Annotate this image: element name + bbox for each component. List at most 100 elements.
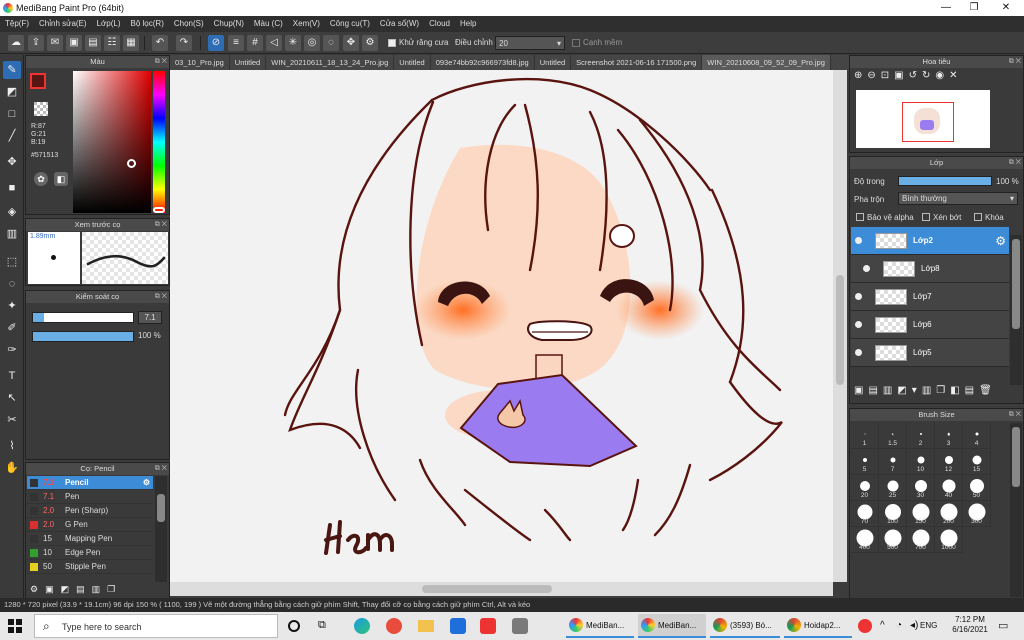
brush-size-option[interactable]: 2: [907, 423, 935, 449]
app-icon[interactable]: [386, 618, 402, 634]
eye-icon[interactable]: [863, 265, 870, 272]
menu-help[interactable]: Help: [455, 16, 481, 32]
brush-item-stipple-pen[interactable]: 50 Stipple Pen: [27, 560, 153, 574]
panel-icon[interactable]: ▦: [123, 35, 139, 51]
edge-browser-icon[interactable]: [354, 618, 370, 634]
brush-size-option[interactable]: 150: [907, 501, 935, 527]
menu-view[interactable]: Xem(V): [288, 16, 325, 32]
brush-list-actions[interactable]: ⚙▣◩▤▥❐: [30, 584, 164, 598]
gear-icon[interactable]: ⚙: [995, 234, 1006, 248]
panel-options-icon[interactable]: ⧉ ✕: [155, 219, 167, 231]
hue-handle[interactable]: [153, 207, 165, 213]
share-icon[interactable]: ⇪: [28, 35, 44, 51]
divide-tool-icon[interactable]: ✂: [3, 411, 21, 429]
navigator-buttons[interactable]: ⊕⊖⊡▣↺↻◉✕: [854, 70, 1022, 88]
panel-options-icon[interactable]: ⧉ ✕: [155, 291, 167, 303]
brush-size-option[interactable]: 3: [935, 423, 963, 449]
eye-icon[interactable]: [855, 349, 862, 356]
adjust-select[interactable]: 20 ▾: [495, 36, 565, 50]
brush-size-option[interactable]: 40: [935, 475, 963, 501]
rotate-snap-icon[interactable]: ✥: [343, 35, 359, 51]
brush-size-option[interactable]: 500: [879, 527, 907, 553]
tab-document[interactable]: Screenshot 2021-06-16 171500.png: [571, 55, 703, 70]
task-view-icon[interactable]: ⧉: [318, 619, 326, 632]
brush-tool-icon[interactable]: ✎: [3, 61, 21, 79]
store-icon[interactable]: [512, 618, 528, 634]
tab-document[interactable]: Untitled: [394, 55, 431, 70]
eye-icon[interactable]: [855, 293, 862, 300]
layer-row[interactable]: Lớp5: [851, 339, 1009, 367]
canvas-vertical-scrollbar[interactable]: [833, 70, 847, 582]
protect-alpha-checkbox[interactable]: [856, 213, 864, 221]
file-explorer-icon[interactable]: [418, 620, 434, 632]
color-history-icon[interactable]: ◧: [54, 172, 68, 186]
menu-color[interactable]: Màu (C): [249, 16, 288, 32]
comment-icon[interactable]: ✉: [47, 35, 63, 51]
tab-document[interactable]: Untitled: [535, 55, 572, 70]
brush-size-slider[interactable]: [32, 312, 134, 323]
bucket-tool-icon[interactable]: ◈: [3, 203, 21, 221]
brush-list-scrollbar[interactable]: [155, 476, 167, 582]
brush-size-option[interactable]: 5: [851, 449, 879, 475]
layer-opacity-slider[interactable]: [898, 176, 992, 186]
operation-tool-icon[interactable]: ↖: [3, 389, 21, 407]
menu-filter[interactable]: Bộ lọc(R): [126, 16, 169, 32]
smooth-checkbox[interactable]: [572, 39, 580, 47]
cloud-icon[interactable]: ☁: [8, 35, 24, 51]
radial-snap-icon[interactable]: ✳: [285, 35, 301, 51]
brush-item-pencil[interactable]: 7.1 Pencil ⚙: [27, 476, 153, 490]
panel-options-icon[interactable]: ⧉ ✕: [1009, 157, 1021, 169]
eraser-tool-icon[interactable]: ◩: [3, 83, 21, 101]
gear-icon[interactable]: ⚙: [143, 476, 150, 490]
taskbar-item-active[interactable]: MediBan...: [638, 614, 706, 638]
parallel-snap-icon[interactable]: ≡: [228, 35, 244, 51]
taskbar-item[interactable]: Hoidap2...: [784, 614, 852, 638]
fill-rect-tool-icon[interactable]: ■: [3, 179, 21, 197]
tray-app-icon[interactable]: [858, 619, 872, 633]
line-tool-icon[interactable]: ╱: [3, 127, 21, 145]
brush-item-mapping-pen[interactable]: 15 Mapping Pen: [27, 532, 153, 546]
antialias-checkbox[interactable]: [388, 39, 396, 47]
brush-size-option[interactable]: 30: [907, 475, 935, 501]
foreground-color-swatch[interactable]: [30, 73, 46, 89]
volume-icon[interactable]: ◂): [910, 620, 918, 631]
layer-row[interactable]: Lớp2 ⚙: [851, 227, 1009, 255]
brush-size-option[interactable]: 12: [935, 449, 963, 475]
brush-item-g-pen[interactable]: 2.0 G Pen: [27, 518, 153, 532]
brush-size-option[interactable]: 25: [879, 475, 907, 501]
brush-size-option[interactable]: 100: [879, 501, 907, 527]
cross-snap-icon[interactable]: #: [247, 35, 263, 51]
network-icon[interactable]: ◔: [896, 620, 902, 631]
brush-size-option[interactable]: 50: [963, 475, 991, 501]
tab-document[interactable]: WIN_20210611_18_13_24_Pro.jpg: [266, 55, 395, 70]
eyedropper-icon[interactable]: ⌇: [3, 437, 21, 455]
brush-size-option[interactable]: 200: [935, 501, 963, 527]
brush-size-option[interactable]: 20: [851, 475, 879, 501]
grid-icon[interactable]: ☷: [104, 35, 120, 51]
lasso-tool-icon[interactable]: ◌: [3, 275, 21, 293]
panel-options-icon[interactable]: ⧉ ✕: [1009, 56, 1021, 68]
brush-size-option[interactable]: 15: [963, 449, 991, 475]
panel-options-icon[interactable]: ⧉ ✕: [1009, 409, 1021, 421]
tab-document[interactable]: 093e74bb92c966973fd8.jpg: [431, 55, 535, 70]
saturation-value-picker[interactable]: [73, 71, 151, 213]
hue-slider[interactable]: [153, 71, 165, 213]
text-tool-icon[interactable]: T: [3, 367, 21, 385]
brush-size-scrollbar[interactable]: [1010, 423, 1022, 597]
minimize-button[interactable]: —: [932, 1, 960, 15]
layer-row[interactable]: Lớp6: [851, 311, 1009, 339]
menu-window[interactable]: Cửa sổ(W): [375, 16, 424, 32]
transparent-swatch[interactable]: [34, 102, 48, 116]
brush-opacity-slider[interactable]: [32, 331, 134, 342]
menu-snap[interactable]: Chụp(N): [209, 16, 249, 32]
notification-icon[interactable]: ▭: [998, 619, 1008, 632]
taskbar-search[interactable]: ⌕ Type here to search: [34, 614, 278, 638]
drawing-canvas[interactable]: [170, 70, 833, 582]
navigator-thumbnail[interactable]: [856, 90, 990, 148]
vanish-snap-icon[interactable]: ◁: [266, 35, 282, 51]
tab-document[interactable]: Untitled: [230, 55, 267, 70]
brush-item-pen[interactable]: 7.1 Pen: [27, 490, 153, 504]
undo-icon[interactable]: ↶: [152, 35, 168, 51]
rect-tool-icon[interactable]: □: [3, 105, 21, 123]
eye-icon[interactable]: [855, 237, 862, 244]
